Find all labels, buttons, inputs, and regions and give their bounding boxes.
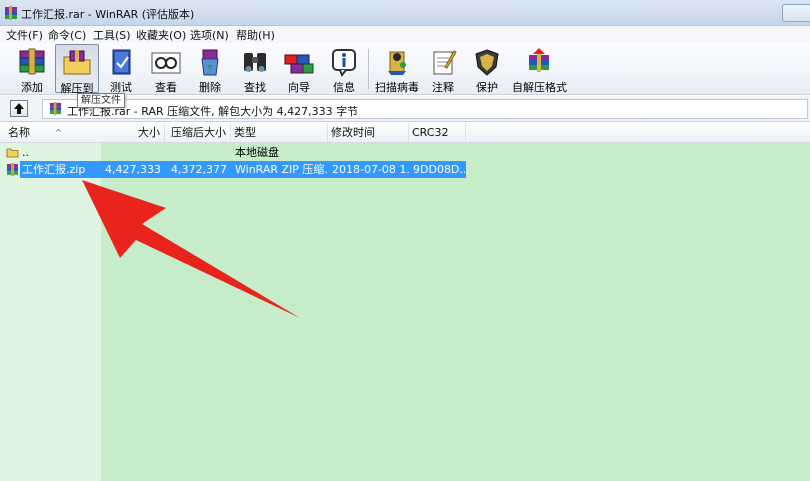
info-icon [332,49,356,77]
row-modified [332,144,408,161]
row-type: WinRAR ZIP 压缩... [235,163,329,176]
comment-button[interactable]: 注释 [421,44,465,94]
column-header-packed[interactable]: 压缩后大小 [165,123,231,143]
virus-scan-button[interactable]: 扫描病毒 [373,44,421,94]
column-size-label: 大小 [138,126,160,139]
menu-commands[interactable]: 命令(C) [48,27,86,43]
comment-icon [433,50,457,75]
row-modified: 2018-07-08 1... [332,163,410,176]
info-label: 信息 [333,81,355,94]
list-item-zip[interactable]: 工作汇报.zip 4,427,333 4,372,377 WinRAR ZIP … [20,161,466,178]
delete-label: 删除 [199,81,221,94]
folder-up-icon [6,148,19,158]
list-header: 名称 ^ 大小 压缩后大小 类型 修改时间 CRC32 [0,123,810,143]
title-bar: 工作汇报.rar - WinRAR (评估版本) [0,0,810,26]
column-type-label: 类型 [234,126,256,139]
protect-label: 保护 [476,81,498,94]
wizard-icon [284,54,314,74]
column-modified-label: 修改时间 [331,126,375,139]
column-header-crc[interactable]: CRC32 [409,123,466,143]
list-item-parent[interactable]: .. 本地磁盘 [0,144,466,161]
extract-tooltip: 解压文件 [77,93,125,108]
test-book-icon [112,49,131,75]
row-packed [165,144,227,161]
menu-help[interactable]: 帮助(H) [236,27,275,43]
toolbar: 添加 解压到 测试 查看 删除 查找 向导 信息 扫描病毒 注释 保护 自解压格… [0,43,810,95]
protect-button[interactable]: 保护 [465,44,509,94]
row-size: 4,427,333 [105,163,161,176]
column-header-type[interactable]: 类型 [231,123,328,143]
row-packed: 4,372,377 [171,163,227,176]
folder-extract-icon [63,50,91,75]
shield-icon [475,49,499,76]
menu-bar: 文件(F) 命令(C) 工具(S) 收藏夹(O) 选项(N) 帮助(H) [0,26,810,43]
menu-options[interactable]: 选项(N) [190,27,229,43]
find-label: 查找 [244,81,266,94]
sfx-button[interactable]: 自解压格式 [512,44,567,94]
menu-file[interactable]: 文件(F) [6,27,43,43]
add-label: 添加 [21,81,43,94]
binoculars-icon [244,53,266,72]
comment-label: 注释 [432,81,454,94]
column-packed-label: 压缩后大小 [171,126,226,139]
column-crc-label: CRC32 [412,126,449,139]
window-title: 工作汇报.rar - WinRAR (评估版本) [21,8,195,21]
column-name-label: 名称 [8,126,30,139]
row-size [101,144,161,161]
find-button[interactable]: 查找 [233,44,277,94]
sfx-icon [529,48,549,72]
sfx-label: 自解压格式 [512,81,567,94]
info-button[interactable]: 信息 [322,44,366,94]
toolbar-separator [368,49,369,89]
row-crc: 9DD08D... [413,163,465,176]
name-column-highlight [0,143,101,481]
up-folder-button[interactable] [10,100,28,117]
delete-button[interactable]: 删除 [188,44,232,94]
wizard-label: 向导 [288,81,310,94]
up-arrow-icon [14,103,24,114]
window-control-button[interactable] [782,4,810,22]
sort-ascending-icon: ^ [55,128,62,137]
add-button[interactable]: 添加 [10,44,54,94]
recycle-bin-icon [201,49,219,76]
wizard-button[interactable]: 向导 [277,44,321,94]
row-name: .. [22,146,29,159]
books-add-icon [19,48,45,75]
view-button[interactable]: 查看 [144,44,188,94]
virus-scan-icon [388,51,406,75]
menu-favorites[interactable]: 收藏夹(O) [136,27,186,43]
row-name: 工作汇报.zip [22,163,86,176]
winrar-app-icon [5,6,17,20]
virus-scan-label: 扫描病毒 [375,81,419,94]
test-button[interactable]: 测试 [99,44,143,94]
extract-to-button[interactable]: 解压到 [55,44,99,95]
address-field[interactable]: 工作汇报.rar - RAR 压缩文件, 解包大小为 4,427,333 字节 [42,99,808,119]
row-crc [413,144,465,161]
column-header-modified[interactable]: 修改时间 [328,123,409,143]
view-glasses-icon [151,52,181,74]
view-label: 查看 [155,81,177,94]
column-header-name[interactable]: 名称 ^ [5,123,101,143]
file-list[interactable]: .. 本地磁盘 工作汇报.zip 4,427,333 4,372,377 Win… [0,143,810,481]
column-header-size[interactable]: 大小 [101,123,165,143]
menu-tools[interactable]: 工具(S) [93,27,131,43]
row-type: 本地磁盘 [235,146,279,159]
zip-archive-icon [7,163,18,176]
archive-icon [49,102,62,115]
